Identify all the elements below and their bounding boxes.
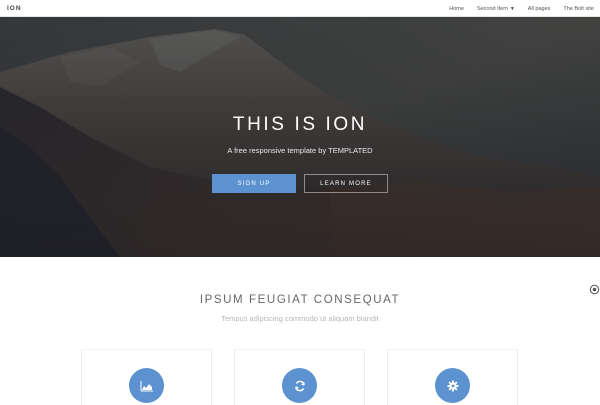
feature-card	[81, 349, 212, 405]
refresh-icon	[294, 380, 305, 391]
nav-item-all-pages[interactable]: All pages	[528, 6, 551, 12]
nav-item-bolt-site[interactable]: The Bolt site	[563, 6, 594, 12]
section-title: IPSUM FEUGIAT CONSEQUAT	[199, 294, 401, 306]
mountain-background-image	[0, 17, 600, 257]
hero-banner: THIS IS ION A free responsive template b…	[0, 17, 600, 257]
sign-up-button[interactable]: SIGN UP	[212, 174, 296, 193]
section-subtitle: Tempus adipiscing commodo ut aliquam bla…	[221, 314, 379, 323]
site-logo[interactable]: ION	[7, 0, 22, 17]
hero-subtitle: A free responsive template by TEMPLATED	[227, 146, 373, 155]
caret-down-icon: ▼	[509, 5, 515, 12]
feature-icon-circle	[435, 368, 470, 403]
feature-icon-circle	[282, 368, 317, 403]
top-navbar: ION Home Second Item ▼ All pages The Bol…	[0, 0, 600, 17]
nav-item-home[interactable]: Home	[449, 6, 464, 12]
hero-title: THIS IS ION	[232, 114, 368, 135]
feature-card	[387, 349, 518, 405]
main-nav: Home Second Item ▼ All pages The Bolt si…	[436, 0, 594, 17]
nav-item-label: Second Item	[476, 5, 508, 12]
page: ION Home Second Item ▼ All pages The Bol…	[0, 0, 600, 405]
scroll-indicator-icon[interactable]	[589, 284, 600, 295]
nav-item-second-item[interactable]: Second Item ▼	[477, 6, 515, 12]
area-chart-icon	[140, 380, 153, 391]
feature-card	[234, 349, 365, 405]
feature-icon-circle	[129, 368, 164, 403]
gear-icon	[447, 380, 458, 391]
learn-more-button[interactable]: LEARN MORE	[304, 174, 388, 193]
